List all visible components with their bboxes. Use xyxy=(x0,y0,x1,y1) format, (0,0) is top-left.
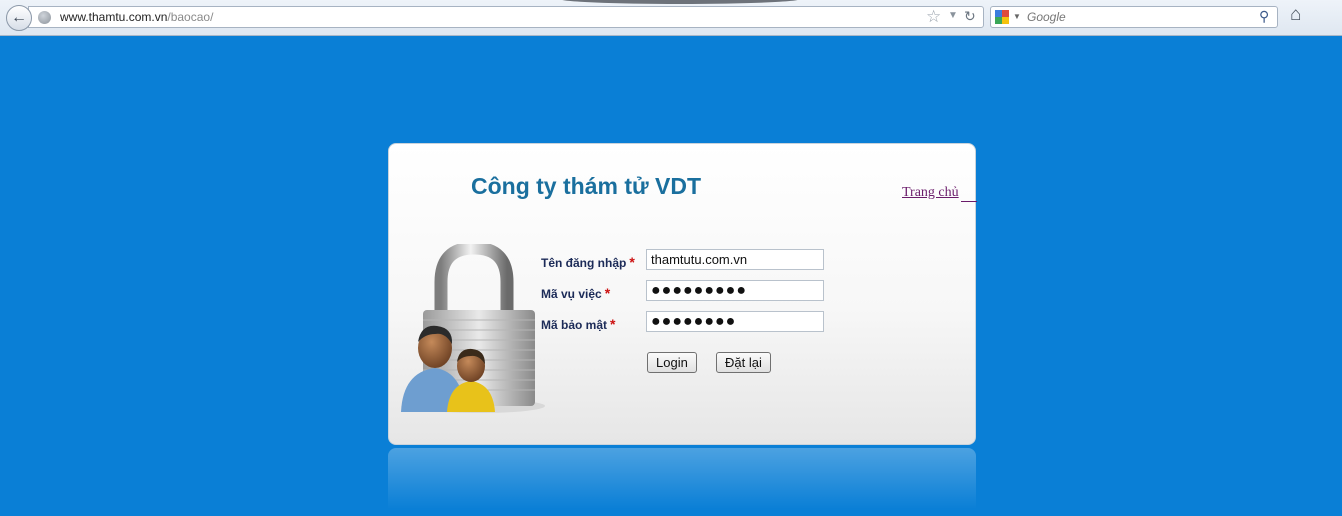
link-underline xyxy=(961,201,977,202)
address-bar[interactable]: www.thamtu.com.vn/baocao/ ☆ ▼ ↻ xyxy=(28,6,984,28)
window-shadow xyxy=(560,0,800,4)
globe-icon xyxy=(38,11,51,24)
search-placeholder: Google xyxy=(1027,10,1066,24)
security-code-field[interactable] xyxy=(646,311,824,332)
page-title: Công ty thám tử VDT xyxy=(471,173,702,199)
back-button[interactable]: ← xyxy=(6,5,32,31)
engine-dropdown-icon[interactable]: ▼ xyxy=(1013,12,1021,21)
security-code-label: Mã bảo mật * xyxy=(541,316,615,332)
padlock-users-icon xyxy=(401,244,545,413)
username-label-text: Tên đăng nhập xyxy=(541,256,627,270)
security-code-label-text: Mã bảo mật xyxy=(541,318,608,332)
browser-toolbar: www.thamtu.com.vn/baocao/ ☆ ▼ ↻ ← ▼ Goog… xyxy=(0,0,1342,36)
star-icon[interactable]: ☆ xyxy=(926,7,941,27)
reload-icon[interactable]: ↻ xyxy=(964,8,976,25)
required-marker: * xyxy=(604,285,611,301)
login-button[interactable]: Login xyxy=(647,352,697,373)
url-text[interactable]: www.thamtu.com.vn/baocao/ xyxy=(60,10,213,24)
back-arrow-icon: ← xyxy=(11,9,27,26)
case-code-label-text: Mã vụ việc xyxy=(541,287,602,301)
home-icon[interactable]: ⌂ xyxy=(1290,5,1301,24)
username-label: Tên đăng nhập * xyxy=(541,254,635,270)
reset-button[interactable]: Đặt lại xyxy=(716,352,771,373)
magnifier-icon[interactable]: ⚲ xyxy=(1259,8,1269,25)
home-link[interactable]: Trang chủ xyxy=(902,185,959,201)
search-bar[interactable]: ▼ Google ⚲ xyxy=(990,6,1278,28)
url-dropdown-icon[interactable]: ▼ xyxy=(948,10,958,21)
case-code-field[interactable] xyxy=(646,280,824,301)
google-icon[interactable] xyxy=(995,10,1009,24)
required-marker: * xyxy=(610,316,616,332)
login-panel: Công ty thám tử VDT Trang chủ Tên đăng n… xyxy=(388,143,977,445)
case-code-label: Mã vụ việc * xyxy=(541,285,610,301)
panel-reflection xyxy=(388,448,976,516)
username-field[interactable] xyxy=(646,249,824,270)
url-domain: www.thamtu.com.vn xyxy=(60,10,168,24)
required-marker: * xyxy=(629,254,635,270)
url-path: /baocao/ xyxy=(167,10,214,24)
